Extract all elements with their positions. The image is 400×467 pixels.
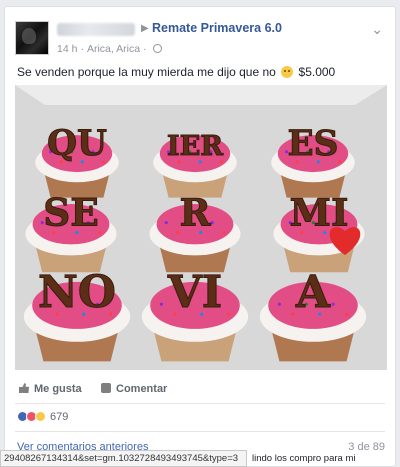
box-flap xyxy=(15,85,387,105)
comment-count: 3 de 89 xyxy=(348,441,385,453)
reactions-summary[interactable]: 679 xyxy=(17,411,68,425)
group-link[interactable]: Remate Primavera 6.0 xyxy=(152,21,282,35)
chocolate-letters: ES xyxy=(288,124,339,164)
chocolate-letters: SE xyxy=(43,191,99,235)
comment-button[interactable]: Comentar xyxy=(101,383,167,395)
author-avatar[interactable] xyxy=(15,21,49,55)
globe-icon xyxy=(152,44,162,53)
post-text-price: $5.000 xyxy=(298,65,336,79)
post-meta: 14 h · Arica, Arica · xyxy=(57,43,162,55)
comment-snippet: lindo los compro para mi xyxy=(252,453,356,464)
author-name-redacted[interactable] xyxy=(57,23,135,36)
post-location[interactable]: Arica, Arica xyxy=(87,43,140,55)
post-time[interactable]: 14 h xyxy=(57,43,77,55)
divider xyxy=(15,403,385,404)
chocolate-letters: QU xyxy=(47,124,107,164)
divider xyxy=(15,431,385,432)
chevron-down-icon[interactable]: ⌄ xyxy=(371,21,383,38)
post-card: ▶ Remate Primavera 6.0 14 h · Arica, Arica… xyxy=(4,6,396,467)
sprinkle xyxy=(291,312,295,316)
like-label: Me gusta xyxy=(34,383,82,395)
chocolate-letters: NO xyxy=(38,267,116,318)
sprinkle xyxy=(345,312,349,316)
triangle-right-icon: ▶ xyxy=(141,23,149,34)
wow-reaction-icon xyxy=(35,411,46,422)
comment-icon xyxy=(101,383,111,393)
sprinkle xyxy=(159,302,163,306)
action-bar: Me gusta Comentar xyxy=(15,383,385,401)
comment-label: Comentar xyxy=(116,383,168,395)
sprinkle xyxy=(222,231,226,235)
chocolate-letters: R xyxy=(179,191,211,235)
meta-separator: · xyxy=(80,43,84,55)
sprinkle xyxy=(227,312,231,316)
chocolate-letters: A xyxy=(295,267,331,318)
sprinkle xyxy=(164,221,168,225)
reaction-count: 679 xyxy=(50,411,69,423)
post-text: Se venden porque la muy mierda me dijo q… xyxy=(17,65,335,79)
chocolate-letters: IER xyxy=(167,130,224,162)
status-url-bar: 29408267134314&set=gm.1032728493493745&t… xyxy=(0,450,247,467)
sprinkle xyxy=(331,302,335,306)
grimacing-emoji-icon xyxy=(281,66,294,78)
cupcakes-image: QU IER ESSE R MINO VI A xyxy=(15,85,387,370)
sprinkle xyxy=(210,221,214,225)
meta-separator: · xyxy=(143,43,147,55)
post-header: ▶ Remate Primavera 6.0 14 h · Arica, Arica… xyxy=(15,17,385,57)
post-text-main: Se venden porque la muy mierda me dijo q… xyxy=(17,65,276,79)
sprinkle xyxy=(277,302,281,306)
post-photo[interactable]: QU IER ES SE R MI NO VI A xyxy=(15,85,387,370)
thumbs-up-icon xyxy=(19,383,29,393)
like-button[interactable]: Me gusta xyxy=(19,383,82,395)
chocolate-letters: VI xyxy=(167,267,222,318)
